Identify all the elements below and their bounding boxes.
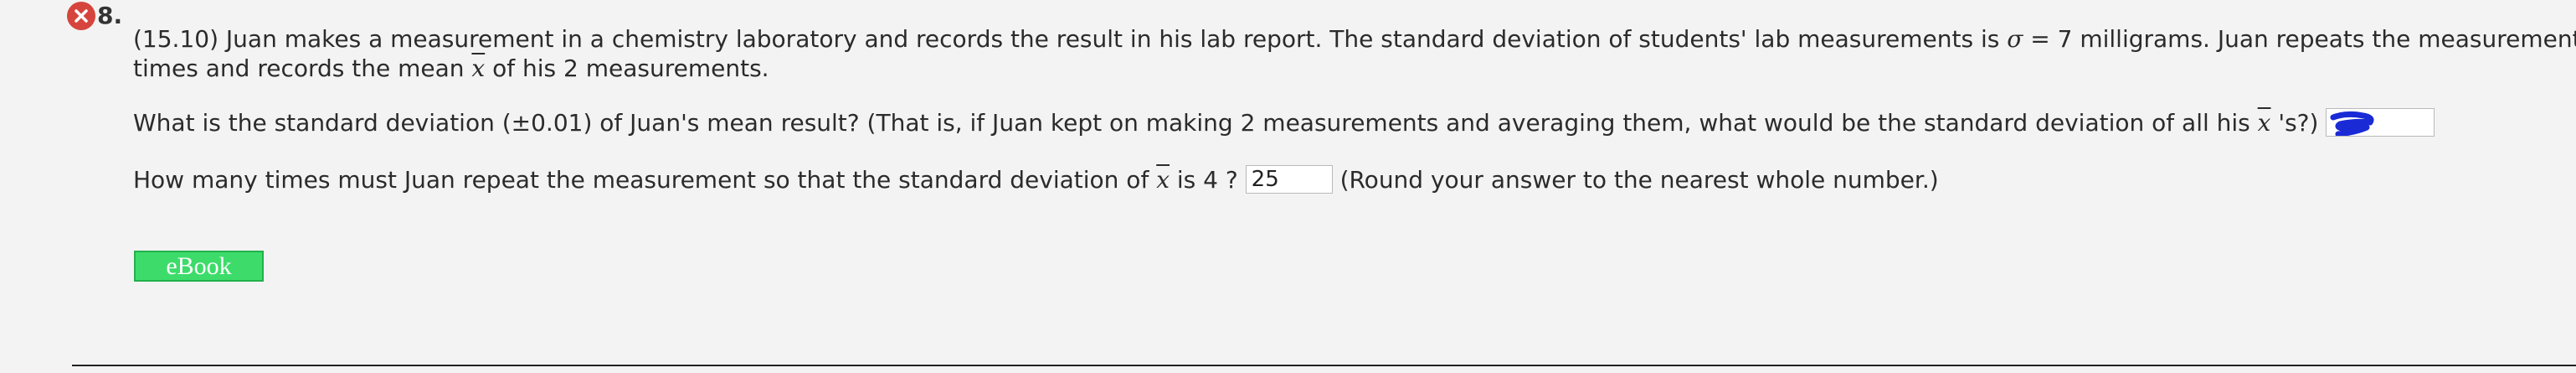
intro-text-2a: times and records the mean: [133, 54, 472, 82]
x-mark-icon: [75, 9, 88, 23]
section-divider: [72, 365, 2576, 366]
part2-text-a: How many times must Juan repeat the meas…: [133, 166, 1157, 194]
sigma-symbol: σ: [2007, 25, 2023, 53]
xbar-symbol: x: [471, 54, 486, 82]
ebook-button[interactable]: eBook: [134, 251, 264, 282]
xbar-symbol: x: [2257, 109, 2271, 137]
intro-text-1a: (15.10) Juan makes a measurement in a ch…: [133, 25, 2008, 53]
part2-question: How many times must Juan repeat the meas…: [133, 164, 1939, 196]
part2-text-b: is 4 ?: [1170, 166, 1238, 194]
part2-rounding-note: (Round your answer to the nearest whole …: [1339, 166, 1939, 194]
intro-text-1b: = 7 milligrams. Juan repeats the measure…: [2023, 25, 2576, 53]
question-intro-line-1: (15.10) Juan makes a measurement in a ch…: [133, 23, 2576, 55]
part1-answer-input[interactable]: [2326, 108, 2435, 137]
part1-text-a: What is the standard deviation (±0.01) o…: [133, 109, 2258, 137]
incorrect-status-icon: [67, 2, 95, 30]
question-intro-line-2: times and records the mean x of his 2 me…: [133, 53, 769, 85]
question-number: 8.: [97, 2, 123, 29]
scribble-mark-icon: [2330, 111, 2374, 136]
part1-text-b: 's?): [2270, 109, 2319, 137]
part1-question: What is the standard deviation (±0.01) o…: [133, 107, 2435, 139]
xbar-symbol: x: [1156, 166, 1170, 194]
part2-answer-input[interactable]: 25: [1245, 165, 1333, 194]
intro-text-2b: of his 2 measurements.: [485, 54, 769, 82]
